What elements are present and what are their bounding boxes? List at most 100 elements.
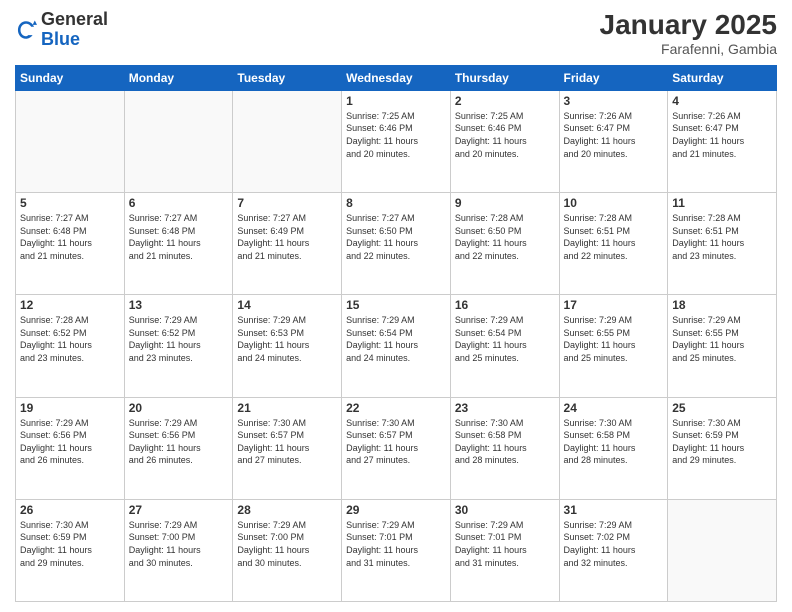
day-info: Sunrise: 7:25 AM Sunset: 6:46 PM Dayligh… — [455, 110, 555, 160]
day-cell: 27 Sunrise: 7:29 AM Sunset: 7:00 PM Dayli… — [124, 499, 233, 601]
day-cell: 4 Sunrise: 7:26 AM Sunset: 6:47 PM Daylig… — [668, 90, 777, 192]
day-number: 19 — [20, 401, 120, 415]
day-cell: 20 Sunrise: 7:29 AM Sunset: 6:56 PM Dayli… — [124, 397, 233, 499]
day-cell — [16, 90, 125, 192]
calendar-header-row: SundayMondayTuesdayWednesdayThursdayFrid… — [16, 65, 777, 90]
day-info: Sunrise: 7:29 AM Sunset: 6:53 PM Dayligh… — [237, 314, 337, 364]
header: General Blue January 2025 Farafenni, Gam… — [15, 10, 777, 57]
col-header-saturday: Saturday — [668, 65, 777, 90]
day-cell: 24 Sunrise: 7:30 AM Sunset: 6:58 PM Dayli… — [559, 397, 668, 499]
day-info: Sunrise: 7:29 AM Sunset: 7:01 PM Dayligh… — [346, 519, 446, 569]
day-number: 5 — [20, 196, 120, 210]
day-number: 31 — [564, 503, 664, 517]
day-info: Sunrise: 7:27 AM Sunset: 6:48 PM Dayligh… — [129, 212, 229, 262]
day-info: Sunrise: 7:28 AM Sunset: 6:52 PM Dayligh… — [20, 314, 120, 364]
col-header-tuesday: Tuesday — [233, 65, 342, 90]
day-cell: 5 Sunrise: 7:27 AM Sunset: 6:48 PM Daylig… — [16, 193, 125, 295]
day-cell: 18 Sunrise: 7:29 AM Sunset: 6:55 PM Dayli… — [668, 295, 777, 397]
day-info: Sunrise: 7:27 AM Sunset: 6:48 PM Dayligh… — [20, 212, 120, 262]
day-cell: 22 Sunrise: 7:30 AM Sunset: 6:57 PM Dayli… — [342, 397, 451, 499]
day-info: Sunrise: 7:29 AM Sunset: 6:52 PM Dayligh… — [129, 314, 229, 364]
day-number: 10 — [564, 196, 664, 210]
day-number: 3 — [564, 94, 664, 108]
calendar-table: SundayMondayTuesdayWednesdayThursdayFrid… — [15, 65, 777, 602]
calendar-subtitle: Farafenni, Gambia — [600, 41, 777, 57]
day-cell: 21Sunrise: 7:30 AM Sunset: 6:57 PM Dayli… — [233, 397, 342, 499]
day-info: Sunrise: 7:28 AM Sunset: 6:50 PM Dayligh… — [455, 212, 555, 262]
day-info: Sunrise: 7:29 AM Sunset: 6:56 PM Dayligh… — [129, 417, 229, 467]
day-info: Sunrise: 7:30 AM Sunset: 6:59 PM Dayligh… — [672, 417, 772, 467]
day-cell: 28 Sunrise: 7:29 AM Sunset: 7:00 PM Dayli… — [233, 499, 342, 601]
logo: General Blue — [15, 10, 108, 50]
page: General Blue January 2025 Farafenni, Gam… — [0, 0, 792, 612]
day-number: 27 — [129, 503, 229, 517]
logo-blue: Blue — [41, 29, 80, 49]
day-info: Sunrise: 7:29 AM Sunset: 6:55 PM Dayligh… — [672, 314, 772, 364]
day-info: Sunrise: 7:29 AM Sunset: 6:56 PM Dayligh… — [20, 417, 120, 467]
day-number: 2 — [455, 94, 555, 108]
day-info: Sunrise: 7:28 AM Sunset: 6:51 PM Dayligh… — [672, 212, 772, 262]
day-info: Sunrise: 7:27 AM Sunset: 6:50 PM Dayligh… — [346, 212, 446, 262]
day-number: 9 — [455, 196, 555, 210]
day-number: 25 — [672, 401, 772, 415]
day-info: Sunrise: 7:29 AM Sunset: 6:54 PM Dayligh… — [346, 314, 446, 364]
day-cell — [668, 499, 777, 601]
day-number: 14 — [237, 298, 337, 312]
day-info: Sunrise: 7:29 AM Sunset: 7:02 PM Dayligh… — [564, 519, 664, 569]
day-info: Sunrise: 7:30 AM Sunset: 6:58 PM Dayligh… — [564, 417, 664, 467]
calendar-title: January 2025 — [600, 10, 777, 41]
day-number: 21 — [237, 401, 337, 415]
week-row-5: 26Sunrise: 7:30 AM Sunset: 6:59 PM Dayli… — [16, 499, 777, 601]
day-cell: 17Sunrise: 7:29 AM Sunset: 6:55 PM Dayli… — [559, 295, 668, 397]
day-number: 13 — [129, 298, 229, 312]
day-info: Sunrise: 7:26 AM Sunset: 6:47 PM Dayligh… — [672, 110, 772, 160]
day-info: Sunrise: 7:30 AM Sunset: 6:58 PM Dayligh… — [455, 417, 555, 467]
day-number: 17 — [564, 298, 664, 312]
day-cell — [124, 90, 233, 192]
day-cell: 14 Sunrise: 7:29 AM Sunset: 6:53 PM Dayli… — [233, 295, 342, 397]
day-number: 18 — [672, 298, 772, 312]
col-header-thursday: Thursday — [450, 65, 559, 90]
day-number: 22 — [346, 401, 446, 415]
day-info: Sunrise: 7:30 AM Sunset: 6:57 PM Dayligh… — [346, 417, 446, 467]
day-number: 15 — [346, 298, 446, 312]
day-cell: 13 Sunrise: 7:29 AM Sunset: 6:52 PM Dayli… — [124, 295, 233, 397]
day-cell: 7 Sunrise: 7:27 AM Sunset: 6:49 PM Daylig… — [233, 193, 342, 295]
day-info: Sunrise: 7:26 AM Sunset: 6:47 PM Dayligh… — [564, 110, 664, 160]
day-number: 1 — [346, 94, 446, 108]
day-cell: 23 Sunrise: 7:30 AM Sunset: 6:58 PM Dayli… — [450, 397, 559, 499]
day-cell: 11 Sunrise: 7:28 AM Sunset: 6:51 PM Dayli… — [668, 193, 777, 295]
day-info: Sunrise: 7:27 AM Sunset: 6:49 PM Dayligh… — [237, 212, 337, 262]
day-cell: 19 Sunrise: 7:29 AM Sunset: 6:56 PM Dayli… — [16, 397, 125, 499]
day-info: Sunrise: 7:28 AM Sunset: 6:51 PM Dayligh… — [564, 212, 664, 262]
col-header-sunday: Sunday — [16, 65, 125, 90]
day-number: 29 — [346, 503, 446, 517]
day-cell: 30Sunrise: 7:29 AM Sunset: 7:01 PM Dayli… — [450, 499, 559, 601]
day-number: 12 — [20, 298, 120, 312]
day-info: Sunrise: 7:29 AM Sunset: 7:01 PM Dayligh… — [455, 519, 555, 569]
logo-text: General Blue — [41, 10, 108, 50]
day-info: Sunrise: 7:29 AM Sunset: 7:00 PM Dayligh… — [237, 519, 337, 569]
week-row-2: 5 Sunrise: 7:27 AM Sunset: 6:48 PM Daylig… — [16, 193, 777, 295]
day-info: Sunrise: 7:25 AM Sunset: 6:46 PM Dayligh… — [346, 110, 446, 160]
day-cell: 9 Sunrise: 7:28 AM Sunset: 6:50 PM Daylig… — [450, 193, 559, 295]
day-cell: 6Sunrise: 7:27 AM Sunset: 6:48 PM Daylig… — [124, 193, 233, 295]
week-row-3: 12 Sunrise: 7:28 AM Sunset: 6:52 PM Dayli… — [16, 295, 777, 397]
col-header-wednesday: Wednesday — [342, 65, 451, 90]
day-cell: 2 Sunrise: 7:25 AM Sunset: 6:46 PM Daylig… — [450, 90, 559, 192]
week-row-4: 19 Sunrise: 7:29 AM Sunset: 6:56 PM Dayli… — [16, 397, 777, 499]
day-number: 24 — [564, 401, 664, 415]
day-number: 23 — [455, 401, 555, 415]
day-number: 16 — [455, 298, 555, 312]
day-number: 7 — [237, 196, 337, 210]
logo-icon — [15, 19, 37, 41]
day-number: 20 — [129, 401, 229, 415]
calendar-body: 1 Sunrise: 7:25 AM Sunset: 6:46 PM Daylig… — [16, 90, 777, 601]
day-info: Sunrise: 7:29 AM Sunset: 7:00 PM Dayligh… — [129, 519, 229, 569]
week-row-1: 1 Sunrise: 7:25 AM Sunset: 6:46 PM Daylig… — [16, 90, 777, 192]
day-number: 4 — [672, 94, 772, 108]
day-cell: 8Sunrise: 7:27 AM Sunset: 6:50 PM Daylig… — [342, 193, 451, 295]
day-number: 11 — [672, 196, 772, 210]
day-number: 28 — [237, 503, 337, 517]
day-cell: 26Sunrise: 7:30 AM Sunset: 6:59 PM Dayli… — [16, 499, 125, 601]
